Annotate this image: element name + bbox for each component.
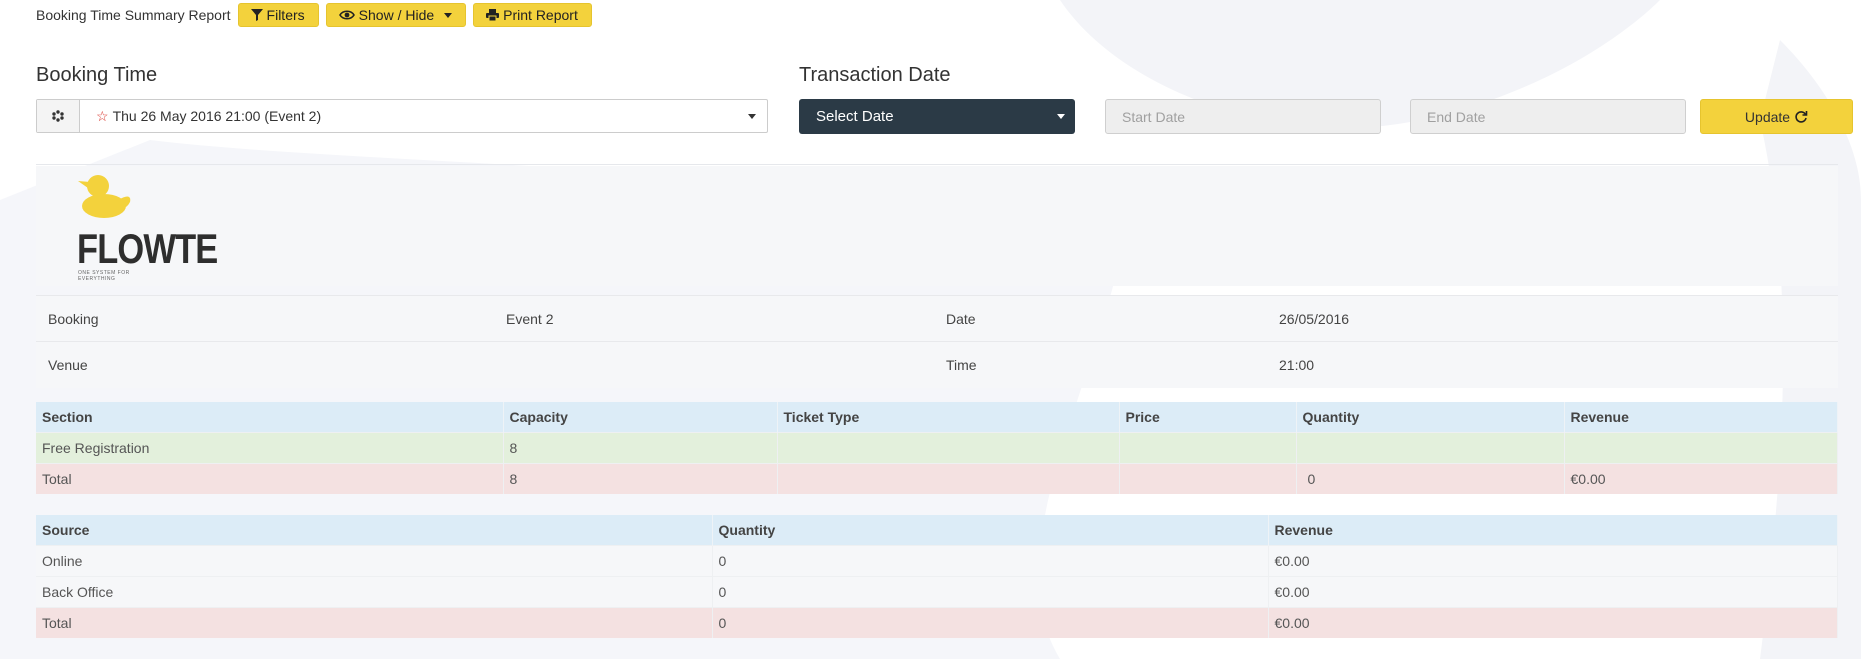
info-value: 21:00 (1267, 341, 1838, 388)
print-icon (486, 9, 500, 21)
filter-icon (250, 9, 263, 21)
chevron-down-icon (444, 12, 453, 18)
booking-time-dropdown-toggle[interactable] (737, 100, 767, 132)
table-cell: 8 (503, 431, 778, 463)
section-summary-table: Section Capacity Ticket Type Price Quant… (36, 402, 1838, 494)
duck-icon (78, 175, 131, 218)
table-cell: 0 (712, 544, 1269, 576)
table-cell: 0 (712, 575, 1269, 607)
info-value: 26/05/2016 (1267, 295, 1838, 342)
table-header-row: Section Capacity Ticket Type Price Quant… (36, 402, 1838, 432)
select-date-dropdown[interactable]: Select Date (799, 99, 1075, 134)
end-date-input[interactable] (1410, 99, 1686, 134)
select-date-label: Select Date (816, 108, 894, 125)
info-row: Venue Time 21:00 (36, 341, 1838, 388)
column-header: Section (36, 402, 504, 432)
show-hide-button-label: Show / Hide (358, 7, 435, 23)
refresh-icon (1795, 110, 1808, 123)
table-cell: €0.00 (1564, 462, 1838, 494)
table-cell (1564, 431, 1838, 463)
table-row: Total 0 €0.00 (36, 606, 1838, 638)
report-title: Booking Time Summary Report (36, 7, 231, 23)
report-header: FLOWTE ONE SYSTEM FOR EVERYTHING (36, 166, 1838, 286)
event-info-table: Booking Event 2 Date 26/05/2016 Venue Ti… (36, 295, 1838, 388)
column-header: Quantity (1296, 402, 1565, 432)
table-cell: Back Office (36, 575, 713, 607)
show-hide-button[interactable]: Show / Hide (325, 3, 467, 27)
table-cell (1296, 431, 1565, 463)
table-row: Back Office 0 €0.00 (36, 575, 1838, 607)
report-page: Booking Time Summary Report Filters Show… (0, 0, 1861, 659)
table-cell: 0 (1296, 462, 1565, 494)
table-cell: €0.00 (1268, 544, 1838, 576)
chevron-down-icon (1057, 114, 1065, 119)
table-row: Total 8 0 €0.00 (36, 462, 1838, 494)
booking-time-value: Thu 26 May 2016 21:00 (Event 2) (112, 108, 322, 124)
table-cell: €0.00 (1268, 606, 1838, 638)
source-summary-table: Source Quantity Revenue Online 0 €0.00 B… (36, 515, 1838, 638)
booking-time-select[interactable]: ☆ Thu 26 May 2016 21:00 (Event 2) (36, 99, 768, 133)
update-button-label: Update (1744, 108, 1791, 125)
filters-button-label: Filters (266, 7, 305, 23)
start-date-input[interactable] (1105, 99, 1381, 134)
info-row: Booking Event 2 Date 26/05/2016 (36, 295, 1838, 342)
logo-wordmark: FLOWTE (77, 225, 218, 272)
eye-icon (338, 10, 355, 20)
asterisk-icon (52, 110, 64, 122)
table-cell: 0 (712, 606, 1269, 638)
table-row: Online 0 €0.00 (36, 544, 1838, 576)
column-header: Quantity (712, 515, 1269, 545)
update-button[interactable]: Update (1700, 99, 1853, 134)
star-icon: ☆ (96, 107, 109, 124)
table-cell: 8 (503, 462, 778, 494)
chevron-down-icon (748, 113, 756, 119)
table-header-row: Source Quantity Revenue (36, 515, 1838, 545)
table-cell: Free Registration (36, 431, 504, 463)
transaction-date-label: Transaction Date (799, 64, 951, 86)
info-label: Date (934, 295, 1267, 342)
booking-time-value-wrap: ☆ Thu 26 May 2016 21:00 (Event 2) (80, 100, 737, 132)
info-value (494, 341, 934, 388)
table-cell (1119, 462, 1297, 494)
info-label: Venue (36, 341, 494, 388)
print-report-button[interactable]: Print Report (473, 3, 592, 27)
column-header: Source (36, 515, 713, 545)
column-header: Revenue (1268, 515, 1838, 545)
report-toolbar: Booking Time Summary Report Filters Show… (36, 3, 592, 27)
info-label: Time (934, 341, 1267, 388)
table-cell: Total (36, 606, 713, 638)
logo-tagline: ONE SYSTEM FOR EVERYTHING (78, 270, 130, 282)
info-label: Booking (36, 295, 494, 342)
print-report-button-label: Print Report (503, 7, 578, 23)
table-cell: Total (36, 462, 504, 494)
column-header: Capacity (503, 402, 778, 432)
table-cell (777, 431, 1120, 463)
booking-time-label: Booking Time (36, 64, 158, 86)
filters-button[interactable]: Filters (237, 3, 319, 27)
booking-time-addon[interactable] (37, 100, 80, 132)
section-divider (36, 164, 1838, 165)
info-value: Event 2 (494, 295, 934, 342)
table-row: Free Registration 8 (36, 431, 1838, 463)
table-cell: Online (36, 544, 713, 576)
column-header: Price (1119, 402, 1297, 432)
table-cell: €0.00 (1268, 575, 1838, 607)
flowte-logo: FLOWTE ONE SYSTEM FOR EVERYTHING (56, 174, 218, 282)
table-cell (777, 462, 1120, 494)
column-header: Ticket Type (777, 402, 1120, 432)
table-cell (1119, 431, 1297, 463)
column-header: Revenue (1564, 402, 1838, 432)
